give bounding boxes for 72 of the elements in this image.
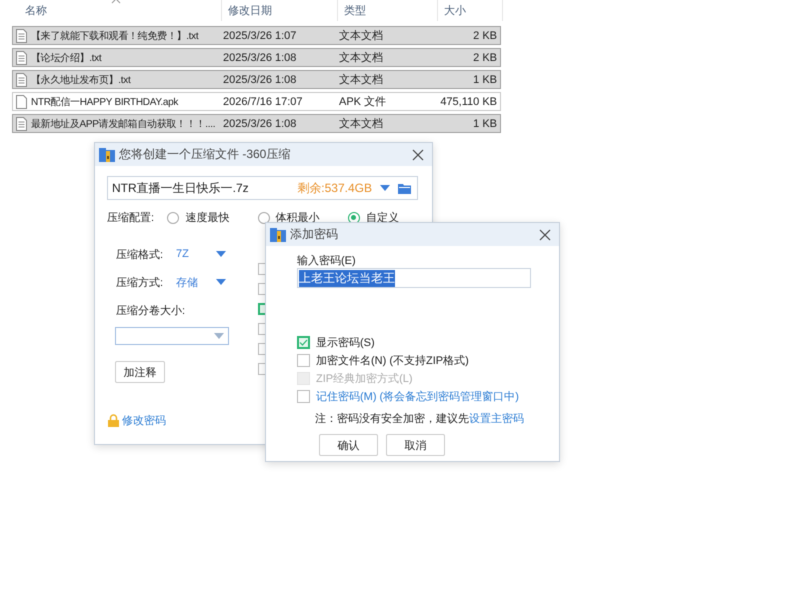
format-label: 压缩格式: xyxy=(116,248,164,262)
window-title: 您将创建一个压缩文件 -360压缩 xyxy=(119,146,292,163)
modified-date: 2025/3/26 1:07 xyxy=(223,30,296,42)
file-size: 1 KB xyxy=(473,118,497,130)
option-label: 显示密码(S) xyxy=(316,336,375,350)
file-name: 【论坛介绍】.txt xyxy=(31,52,102,64)
file-row[interactable]: 最新地址及APP请发邮箱自动获取！！！.... 2025/3/26 1:08 文本文档 1 KB xyxy=(12,114,501,133)
file-row[interactable]: 【来了就能下载和观看！纯免费！】.txt 2025/3/26 1:07 文本文档 2 KB xyxy=(12,26,501,45)
text-file-icon xyxy=(16,50,27,64)
caret-icon[interactable] xyxy=(216,279,226,285)
text-file-icon xyxy=(16,116,27,130)
modified-date: 2025/3/26 1:08 xyxy=(223,118,296,130)
option-label: 加密文件名(N) (不支持ZIP格式) xyxy=(316,354,469,368)
file-name: 最新地址及APP请发邮箱自动获取！！！.... xyxy=(31,118,216,130)
set-master-password-link[interactable]: 设置主密码 xyxy=(469,411,524,426)
text-file-icon xyxy=(16,28,27,42)
file-size: 2 KB xyxy=(473,30,497,42)
file-row[interactable]: 【论坛介绍】.txt 2025/3/26 1:08 文本文档 2 KB xyxy=(12,48,501,67)
option-label[interactable]: 记住密码(M) (将会备忘到密码管理窗口中) xyxy=(316,389,519,404)
file-type: 文本文档 xyxy=(339,116,383,131)
method-value[interactable]: 存储 xyxy=(176,274,216,290)
archive-icon xyxy=(270,228,286,242)
split-size-label: 压缩分卷大小: xyxy=(116,304,186,318)
file-type: 文本文档 xyxy=(339,28,383,43)
file-name: NTR配信一HAPPY BIRTHDAY.apk xyxy=(31,96,178,108)
column-header[interactable]: 名称 xyxy=(25,3,47,18)
dialog-button[interactable]: 确认 xyxy=(319,434,378,456)
file-icon xyxy=(16,94,27,108)
window-title: 添加密码 xyxy=(290,226,339,243)
file-type: 文本文档 xyxy=(339,72,383,87)
file-size: 1 KB xyxy=(473,74,497,86)
password-field[interactable]: 上老王论坛当老王 xyxy=(297,268,531,288)
preset-radio[interactable]: 速度最快 xyxy=(167,210,252,225)
column-header[interactable]: 大小 xyxy=(444,3,466,18)
modified-date: 2026/7/16 17:07 xyxy=(223,96,303,108)
file-name: 【来了就能下载和观看！纯免费！】.txt xyxy=(31,30,198,42)
radio-icon[interactable] xyxy=(167,212,180,224)
config-label: 压缩配置: xyxy=(107,210,156,225)
change-password-link[interactable]: 修改密码 xyxy=(122,413,166,428)
file-size: 475,110 KB xyxy=(440,96,497,108)
close-icon[interactable] xyxy=(412,148,424,160)
file-row[interactable]: NTR配信一HAPPY BIRTHDAY.apk 2026/7/16 17:07 APK 文件 475,110 KB xyxy=(12,92,501,111)
archive-icon xyxy=(99,148,115,162)
file-size: 2 KB xyxy=(473,52,497,64)
filename-field[interactable]: NTR直播一生日快乐一.7z 剩余:537.4GB xyxy=(107,176,418,200)
modified-date: 2025/3/26 1:08 xyxy=(223,52,296,64)
checkbox[interactable] xyxy=(297,390,310,403)
method-label: 压缩方式: xyxy=(116,276,164,290)
note-text: 注：密码没有安全加密，建议先 xyxy=(315,412,469,426)
caret-icon[interactable] xyxy=(380,185,390,191)
checkbox[interactable] xyxy=(297,354,310,367)
column-header[interactable]: 类型 xyxy=(344,3,366,18)
file-name: 【永久地址发布页】.txt xyxy=(31,74,130,86)
checkbox[interactable] xyxy=(297,336,310,349)
format-value[interactable]: 7Z xyxy=(176,248,216,260)
column-header[interactable]: 修改日期 xyxy=(228,3,272,18)
comment-button[interactable]: 加注释 xyxy=(115,361,165,383)
close-icon[interactable] xyxy=(539,228,551,240)
file-type: APK 文件 xyxy=(339,94,386,109)
lock-icon xyxy=(108,414,119,427)
text-file-icon xyxy=(16,72,27,86)
caret-icon[interactable] xyxy=(214,333,224,339)
split-size-dropdown[interactable] xyxy=(115,327,229,345)
folder-icon[interactable] xyxy=(398,182,411,194)
file-type: 文本文档 xyxy=(339,50,383,65)
password-label: 输入密码(E) xyxy=(297,254,357,268)
option-label: ZIP经典加密方式(L) xyxy=(316,372,413,386)
modified-date: 2025/3/26 1:08 xyxy=(223,74,296,86)
file-row[interactable]: 【永久地址发布页】.txt 2025/3/26 1:08 文本文档 1 KB xyxy=(12,70,501,89)
free-space: 剩余:537.4GB xyxy=(297,180,372,196)
caret-icon[interactable] xyxy=(216,251,226,257)
dialog-button[interactable]: 取消 xyxy=(386,434,445,456)
